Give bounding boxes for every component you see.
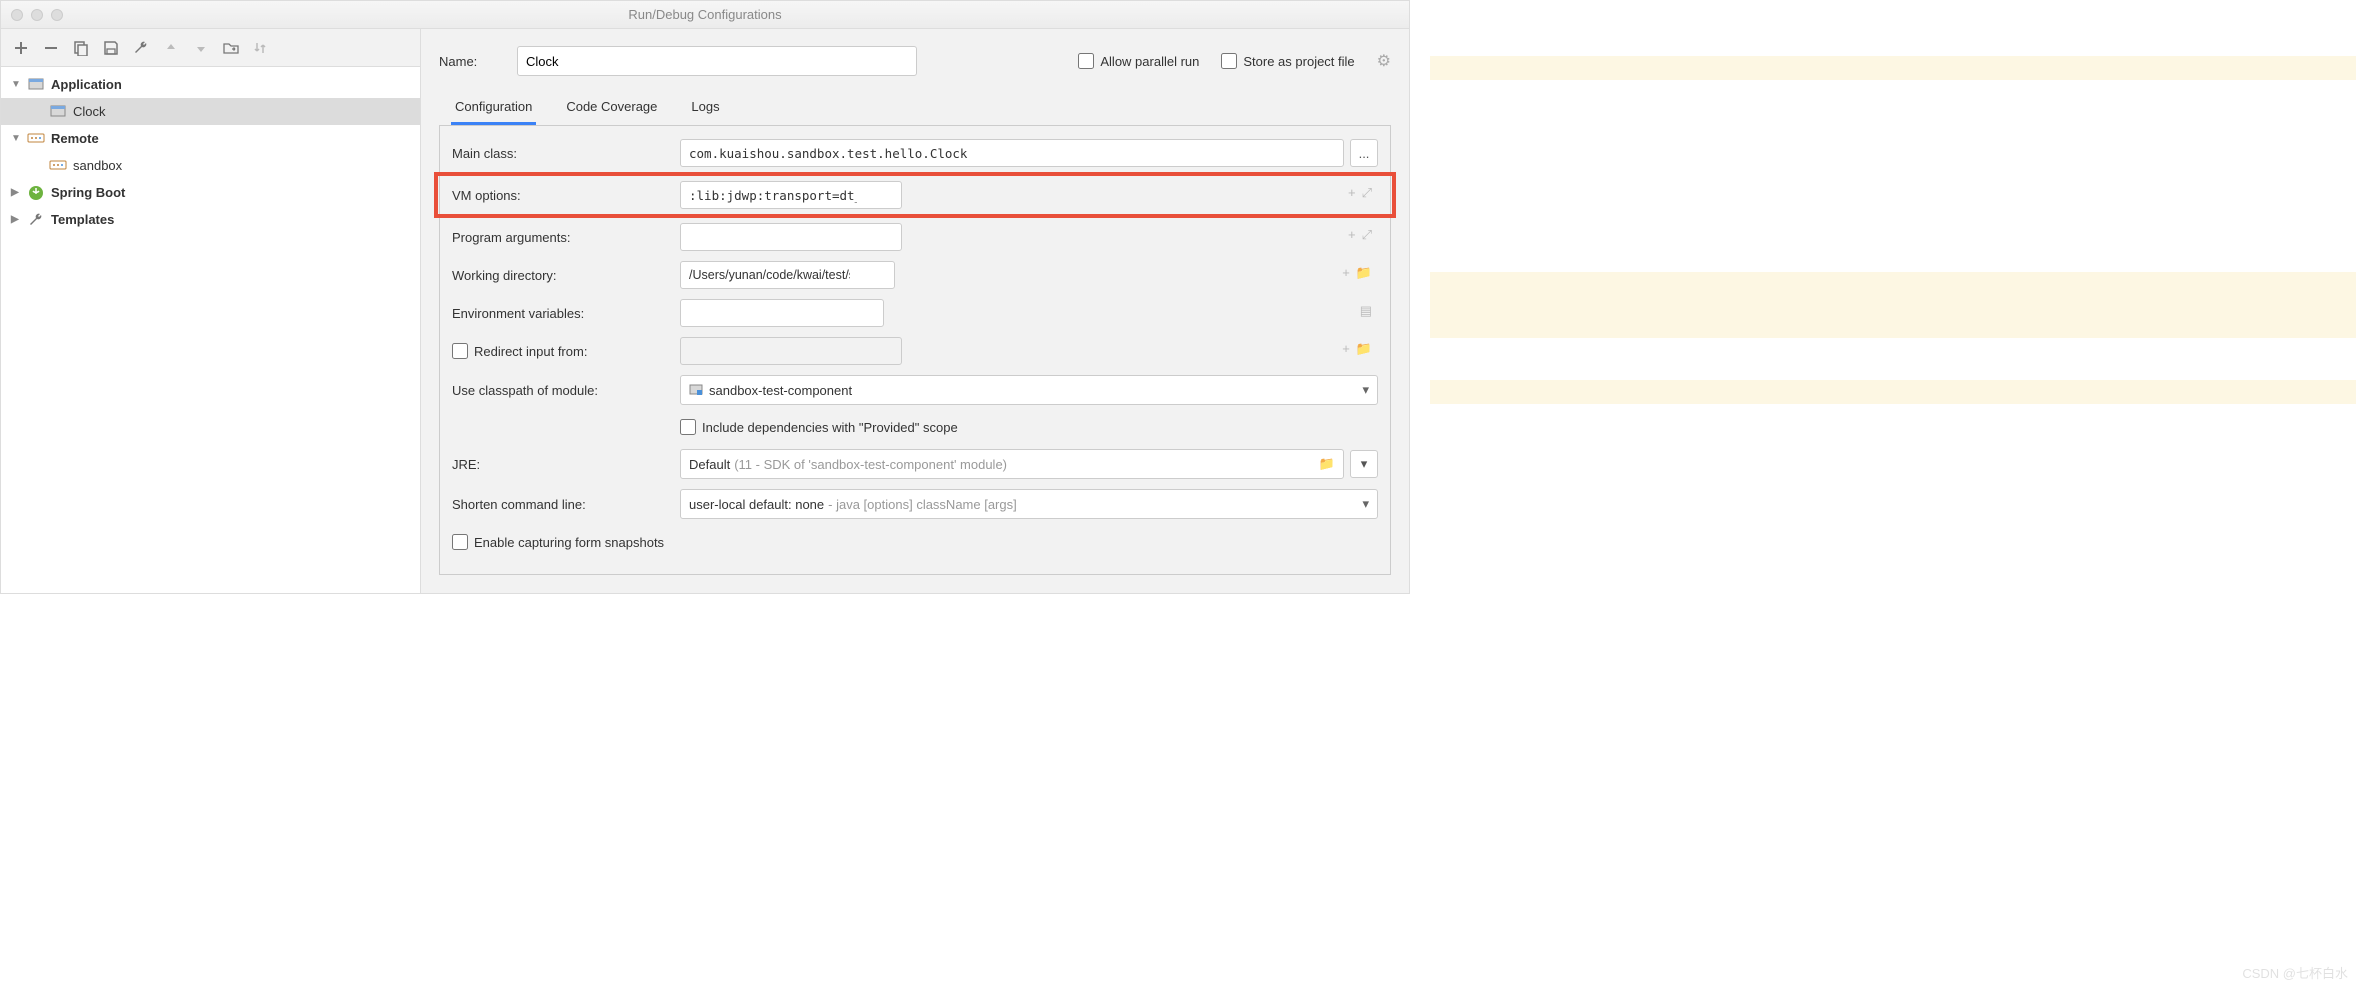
main-class-label: Main class: — [452, 146, 680, 161]
insert-macro-icon[interactable]: + — [1348, 227, 1356, 243]
program-args-label: Program arguments: — [452, 230, 680, 245]
env-vars-input[interactable] — [680, 299, 884, 327]
tree-remote[interactable]: ▼ Remote — [1, 125, 420, 152]
select-value: user-local default: none — [689, 497, 824, 512]
vm-options-input[interactable] — [680, 181, 902, 209]
shorten-select[interactable]: user-local default: none - java [options… — [680, 489, 1378, 519]
select-value: sandbox-test-component — [709, 383, 852, 398]
tab-code-coverage[interactable]: Code Coverage — [562, 89, 661, 125]
tree-label: Application — [51, 77, 122, 92]
dropdown-button[interactable]: ▾ — [1350, 450, 1378, 478]
add-icon[interactable] — [13, 40, 29, 56]
insert-macro-icon[interactable]: + — [1348, 185, 1356, 201]
window-title: Run/Debug Configurations — [1, 7, 1409, 22]
tree-springboot[interactable]: ▶ Spring Boot — [1, 179, 420, 206]
name-input[interactable] — [517, 46, 917, 76]
select-value: Default — [689, 457, 730, 472]
module-icon — [689, 383, 703, 397]
chevron-right-icon: ▶ — [11, 214, 23, 225]
chevron-down-icon: ▾ — [1362, 382, 1369, 398]
include-provided-checkbox[interactable]: Include dependencies with "Provided" sco… — [680, 419, 958, 435]
configuration-panel: Main class: ... VM options: + ⤢ — [439, 126, 1391, 575]
application-icon — [49, 103, 67, 121]
expand-icon[interactable]: ⤢ — [1362, 227, 1372, 243]
checkbox-label: Store as project file — [1243, 54, 1354, 69]
tree-label: sandbox — [73, 158, 122, 173]
save-icon[interactable] — [103, 40, 119, 56]
redirect-input-checkbox[interactable]: Redirect input from: — [452, 343, 680, 359]
folder-icon: 📁 — [1356, 341, 1372, 357]
tree-application[interactable]: ▼ Application — [1, 71, 420, 98]
folder-move-icon[interactable] — [223, 40, 239, 56]
springboot-icon — [27, 184, 45, 202]
env-vars-label: Environment variables: — [452, 306, 680, 321]
enable-snapshots-checkbox[interactable]: Enable capturing form snapshots — [452, 534, 664, 550]
chevron-right-icon: ▶ — [11, 187, 23, 198]
tree-templates[interactable]: ▶ Templates — [1, 206, 420, 233]
tabs: Configuration Code Coverage Logs — [439, 89, 1391, 126]
chevron-down-icon: ▾ — [1362, 496, 1369, 512]
vm-options-label: VM options: — [452, 188, 680, 203]
working-dir-input[interactable] — [680, 261, 895, 289]
jre-select[interactable]: Default (11 - SDK of 'sandbox-test-compo… — [680, 449, 1344, 479]
titlebar: Run/Debug Configurations — [1, 1, 1409, 29]
sidebar-toolbar — [1, 29, 420, 67]
wrench-icon[interactable] — [133, 40, 149, 56]
main-class-input[interactable] — [680, 139, 1344, 167]
config-tree: ▼ Application Clock ▼ Remote sandbox — [1, 67, 420, 237]
chevron-down-icon: ▼ — [11, 79, 23, 90]
down-icon[interactable] — [193, 40, 209, 56]
application-icon — [27, 76, 45, 94]
expand-icon[interactable]: ⤢ — [1362, 185, 1372, 201]
wrench-icon — [27, 211, 45, 229]
copy-icon[interactable] — [73, 40, 89, 56]
tab-configuration[interactable]: Configuration — [451, 89, 536, 125]
classpath-label: Use classpath of module: — [452, 383, 680, 398]
background-editor — [1410, 0, 2356, 655]
jre-label: JRE: — [452, 457, 680, 472]
folder-icon[interactable]: 📁 — [1356, 265, 1372, 281]
insert-macro-icon: + — [1342, 341, 1350, 357]
insert-macro-icon[interactable]: + — [1342, 265, 1350, 281]
remote-icon — [27, 130, 45, 148]
checkbox-label: Redirect input from: — [474, 344, 587, 359]
jre-hint: (11 - SDK of 'sandbox-test-component' mo… — [734, 457, 1007, 472]
main-panel: Name: Allow parallel run Store as projec… — [421, 29, 1409, 593]
browse-button[interactable]: ... — [1350, 139, 1378, 167]
sidebar: ▼ Application Clock ▼ Remote sandbox — [1, 29, 421, 593]
allow-parallel-checkbox[interactable]: Allow parallel run — [1078, 53, 1199, 69]
classpath-select[interactable]: sandbox-test-component ▾ — [680, 375, 1378, 405]
tree-label: Spring Boot — [51, 185, 125, 200]
tree-label: Templates — [51, 212, 114, 227]
gear-icon[interactable]: ⚙ — [1377, 51, 1391, 71]
shorten-hint: - java [options] className [args] — [828, 497, 1017, 512]
tree-label: Remote — [51, 131, 99, 146]
remove-icon[interactable] — [43, 40, 59, 56]
program-args-input[interactable] — [680, 223, 902, 251]
checkbox-label: Enable capturing form snapshots — [474, 535, 664, 550]
working-dir-label: Working directory: — [452, 268, 680, 283]
chevron-down-icon: ▼ — [11, 133, 23, 144]
tree-application-clock[interactable]: Clock — [1, 98, 420, 125]
checkbox-label: Allow parallel run — [1100, 54, 1199, 69]
tab-logs[interactable]: Logs — [687, 89, 723, 125]
dialog-window: Run/Debug Configurations ▼ Application — [0, 0, 1410, 594]
folder-icon[interactable]: 📁 — [1319, 456, 1335, 472]
tree-label: Clock — [73, 104, 106, 119]
checkbox-label: Include dependencies with "Provided" sco… — [702, 420, 958, 435]
up-icon[interactable] — [163, 40, 179, 56]
redirect-input-field — [680, 337, 902, 365]
shorten-label: Shorten command line: — [452, 497, 680, 512]
store-as-project-checkbox[interactable]: Store as project file — [1221, 53, 1354, 69]
watermark: CSDN @七杯白水 — [2242, 963, 2348, 982]
sort-icon[interactable] — [253, 40, 269, 56]
tree-remote-sandbox[interactable]: sandbox — [1, 152, 420, 179]
name-label: Name: — [439, 54, 499, 69]
list-icon[interactable]: ▤ — [1360, 303, 1372, 319]
remote-icon — [49, 157, 67, 175]
